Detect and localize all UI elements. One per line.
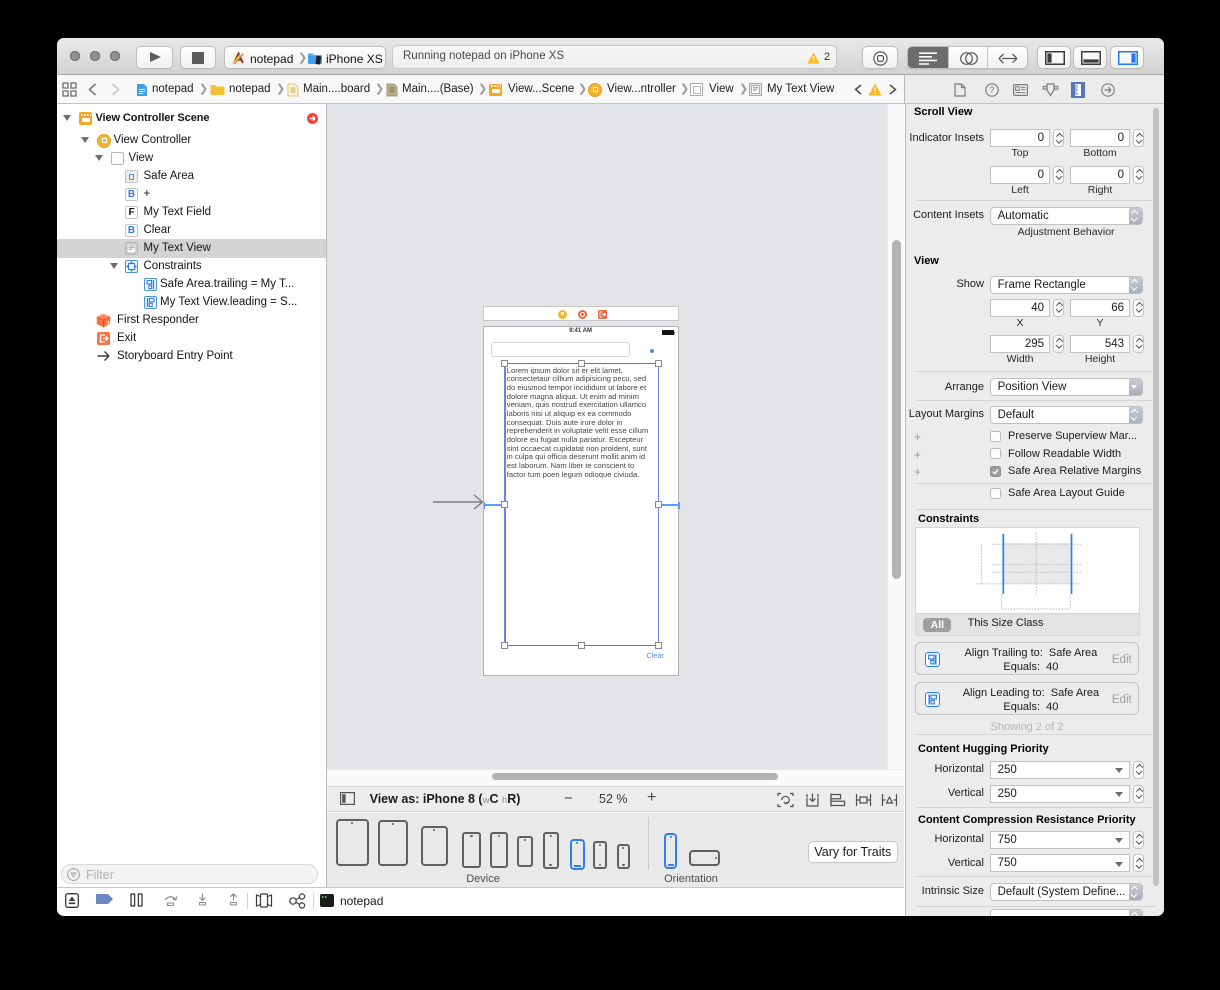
svg-text:1: 1 <box>107 321 111 328</box>
svg-text:?: ? <box>989 85 994 95</box>
